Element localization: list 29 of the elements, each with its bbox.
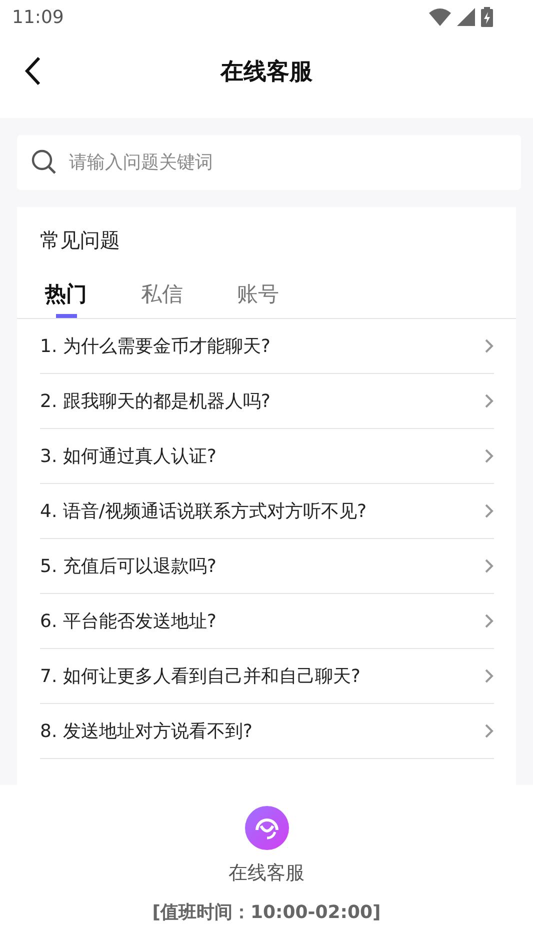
wifi-icon [429, 8, 451, 26]
search-field[interactable]: 请输入问题关键词 [17, 135, 521, 190]
question-item[interactable]: 1. 为什么需要金币才能聊天? [40, 319, 494, 374]
question-item[interactable]: 7. 如何让更多人看到自己并和自己聊天? [40, 649, 494, 704]
chevron-icon [484, 393, 494, 409]
status-time: 11:09 [12, 6, 64, 28]
chevron-icon [484, 723, 494, 739]
support-label: 在线客服 [228, 861, 304, 886]
faq-title: 常见问题 [39, 227, 121, 254]
chevron-icon [484, 668, 494, 684]
question-item[interactable]: 6. 平台能否发送地址? [40, 594, 494, 649]
chevron-icon [484, 558, 494, 574]
signal-icon [457, 8, 475, 26]
question-item[interactable]: 2. 跟我聊天的都是机器人吗? [40, 374, 494, 429]
chevron-icon [484, 338, 494, 354]
chevron-icon [484, 613, 494, 629]
faq-tab[interactable]: 账号 [237, 280, 279, 318]
battery-icon [481, 7, 493, 27]
faq-tab[interactable]: 热门 [45, 280, 87, 318]
question-item[interactable]: 3. 如何通过真人认证? [40, 429, 494, 484]
support-hours: [值班时间：10:00-02:00] [152, 901, 381, 924]
question-item[interactable]: 4. 语音/视频通话说联系方式对方听不见? [40, 484, 494, 539]
question-item[interactable]: 8. 发送地址对方说看不到? [40, 704, 494, 759]
headset-icon[interactable] [244, 806, 288, 850]
chevron-icon [484, 448, 494, 464]
question-item[interactable]: 5. 充值后可以退款吗? [40, 539, 494, 594]
faq-tab[interactable]: 私信 [141, 280, 183, 318]
page-title: 在线客服 [220, 58, 312, 86]
chevron-icon [484, 503, 494, 519]
